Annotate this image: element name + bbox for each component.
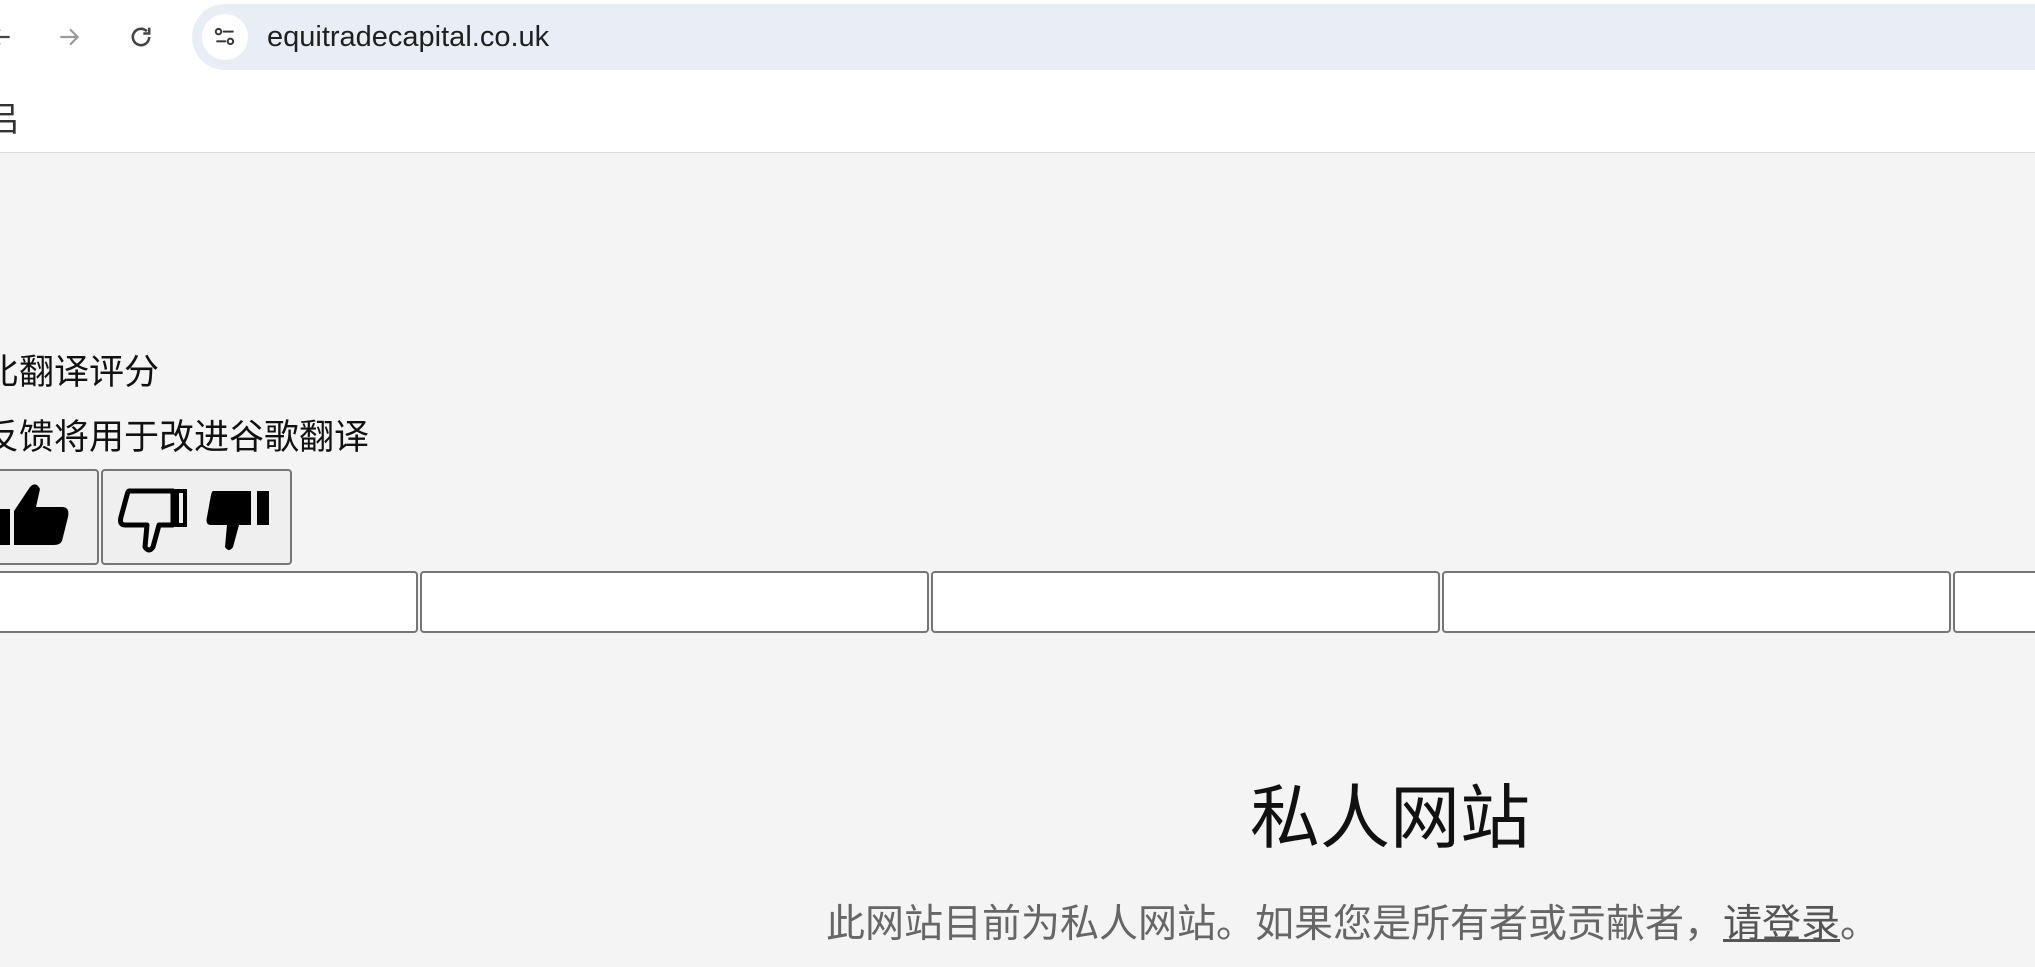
translation-feedback-fields (0, 571, 2035, 633)
page-title: 私人网站 (1250, 777, 1530, 859)
thumbs-up-button[interactable] (0, 469, 99, 565)
rate-translation-title: 比翻译评分 (0, 353, 160, 393)
feedback-field-5[interactable] (1953, 571, 2035, 633)
forward-arrow-icon (60, 28, 80, 46)
feedback-field-2[interactable] (420, 571, 929, 633)
rate-translation-subtitle: 反馈将用于改进谷歌翻译 (0, 418, 370, 458)
thumbs-down-button[interactable] (101, 469, 292, 565)
feedback-field-1[interactable] (0, 571, 418, 633)
feedback-field-4[interactable] (1442, 571, 1951, 633)
reload-button[interactable] (118, 14, 164, 60)
feedback-field-3[interactable] (931, 571, 1440, 633)
site-info-button[interactable] (202, 14, 248, 60)
url-text[interactable]: equitradecapital.co.uk (267, 4, 549, 70)
address-bar[interactable]: equitradecapital.co.uk (192, 4, 2035, 70)
back-arrow-icon (0, 29, 10, 45)
back-button[interactable] (0, 14, 24, 60)
bookmarks-bar (0, 74, 2035, 153)
forward-button[interactable] (46, 14, 92, 60)
tune-icon (214, 27, 235, 46)
thumbs-down-icon (206, 491, 269, 550)
bookmark-item-partial[interactable]: 吕 (0, 92, 20, 141)
message-suffix: 。 (1840, 902, 1880, 947)
reload-icon (131, 27, 151, 47)
browser-toolbar: equitradecapital.co.uk (0, 0, 2035, 74)
thumbs-up-icon (0, 484, 68, 545)
private-site-message: 此网站目前为私人网站。如果您是所有者或贡献者，请登录。 (826, 893, 1879, 949)
login-link[interactable]: 请登录 (1723, 902, 1840, 947)
message-prefix: 此网站目前为私人网站。如果您是所有者或贡献者， (826, 902, 1724, 947)
